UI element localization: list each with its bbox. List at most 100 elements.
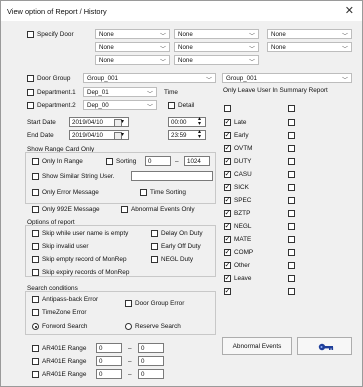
ar401e-to-input[interactable]: 0 bbox=[138, 369, 164, 379]
specify-door-label: Specify Door bbox=[37, 31, 74, 38]
leave-only-checkbox[interactable] bbox=[288, 171, 295, 178]
door-select-4[interactable]: None ﹀ bbox=[95, 42, 170, 53]
abnormal-only-checkbox[interactable] bbox=[121, 206, 128, 213]
time-sorting-checkbox[interactable] bbox=[140, 189, 147, 196]
leave-only-checkbox[interactable] bbox=[288, 132, 295, 139]
leave-item-label: DUTY bbox=[234, 158, 252, 165]
leave-item-checkbox[interactable] bbox=[224, 117, 231, 126]
similar-string-label: Show Similar String User. bbox=[42, 173, 115, 180]
leave-only-checkbox[interactable] bbox=[288, 197, 295, 204]
reserve-search-label: Reserve Search bbox=[135, 323, 181, 330]
leave-item-checkbox[interactable] bbox=[224, 208, 231, 217]
skip-empty-monrep-label: Skip empty record of MonRep bbox=[42, 256, 127, 263]
department1-select[interactable]: Dep_01 ﹀ bbox=[83, 87, 157, 98]
leave-only-checkbox[interactable] bbox=[288, 158, 295, 165]
similar-string-input[interactable] bbox=[131, 171, 213, 181]
key-button[interactable] bbox=[297, 337, 352, 355]
leave-only-checkbox[interactable] bbox=[288, 262, 295, 269]
door-select-5[interactable]: None ﹀ bbox=[174, 42, 259, 53]
leave-item-checkbox[interactable] bbox=[224, 260, 231, 269]
leave-only-checkbox[interactable] bbox=[288, 145, 295, 152]
leave-only-checkbox[interactable] bbox=[288, 210, 295, 217]
close-icon[interactable]: ✕ bbox=[345, 4, 354, 17]
leave-item-checkbox[interactable] bbox=[224, 130, 231, 139]
ar401e-from-input[interactable]: 0 bbox=[96, 343, 122, 353]
department2-checkbox[interactable] bbox=[27, 102, 34, 109]
forward-search-label: Forword Search bbox=[42, 323, 88, 330]
ar401e-to-input[interactable]: 0 bbox=[138, 356, 164, 366]
leave-only-checkbox[interactable] bbox=[288, 236, 295, 243]
forward-search-radio[interactable] bbox=[32, 323, 39, 330]
end-date-picker[interactable]: 2019/04/10 ▾ bbox=[69, 130, 129, 140]
leave-item-checkbox[interactable] bbox=[224, 195, 231, 204]
report-options-window: View option of Report / History ✕ Specif… bbox=[0, 0, 363, 387]
leave-only-checkbox[interactable] bbox=[288, 119, 295, 126]
ar401e-checkbox[interactable] bbox=[32, 358, 39, 365]
leave-item-checkbox[interactable] bbox=[224, 156, 231, 165]
department1-checkbox[interactable] bbox=[27, 89, 34, 96]
sorting-checkbox[interactable] bbox=[106, 158, 113, 165]
negl-duty-checkbox[interactable] bbox=[151, 256, 158, 263]
leave-item-label: Other bbox=[234, 262, 250, 269]
antipass-checkbox[interactable] bbox=[32, 296, 39, 303]
start-date-picker[interactable]: 2019/04/10 ▾ bbox=[69, 117, 129, 127]
door-select-7[interactable]: None ﹀ bbox=[95, 55, 170, 66]
leave-item-checkbox[interactable] bbox=[224, 221, 231, 230]
spin-icon[interactable]: ▴ ▾ bbox=[198, 129, 201, 140]
leave-item-checkbox[interactable] bbox=[224, 169, 231, 178]
detail-checkbox[interactable] bbox=[168, 102, 175, 109]
leave-item-checkbox[interactable] bbox=[224, 273, 231, 282]
leave-item-checkbox[interactable] bbox=[224, 247, 231, 256]
reserve-search-radio[interactable] bbox=[125, 323, 132, 330]
door-select-3[interactable]: None ﹀ bbox=[267, 29, 352, 40]
door-select-8[interactable]: None ﹀ bbox=[174, 55, 259, 66]
abnormal-events-button[interactable]: Abnormal Events bbox=[222, 337, 292, 355]
sorting-label: Sorting bbox=[116, 158, 137, 165]
leave-blank-checkbox[interactable] bbox=[224, 105, 231, 112]
leave-extra-checkbox[interactable] bbox=[224, 286, 231, 295]
skip-empty-monrep-checkbox[interactable] bbox=[32, 256, 39, 263]
spin-icon[interactable]: ▴ ▾ bbox=[198, 116, 201, 127]
ar401e-to-input[interactable]: 0 bbox=[138, 343, 164, 353]
ar401e-from-input[interactable]: 0 bbox=[96, 369, 122, 379]
leave-extra-only-checkbox[interactable] bbox=[288, 288, 295, 295]
leave-only-checkbox[interactable] bbox=[288, 275, 295, 282]
specify-door-checkbox[interactable] bbox=[27, 31, 34, 38]
ar401e-from-input[interactable]: 0 bbox=[96, 356, 122, 366]
range-from-input[interactable]: 0 bbox=[145, 156, 171, 166]
leave-only-checkbox[interactable] bbox=[288, 249, 295, 256]
range-to-input[interactable]: 1024 bbox=[184, 156, 210, 166]
leave-item-checkbox[interactable] bbox=[224, 182, 231, 191]
abnormal-only-label: Abnormal Events Only bbox=[131, 206, 195, 213]
only-992e-checkbox[interactable] bbox=[32, 206, 39, 213]
ar401e-checkbox[interactable] bbox=[32, 371, 39, 378]
skip-user-empty-checkbox[interactable] bbox=[32, 230, 39, 237]
department2-select[interactable]: Dep_00 ﹀ bbox=[83, 100, 157, 111]
start-time-input[interactable]: 00:00 ▴ ▾ bbox=[168, 116, 206, 127]
right-group-select[interactable]: Group_001 ﹀ bbox=[222, 73, 352, 84]
early-off-duty-checkbox[interactable] bbox=[151, 243, 158, 250]
door-group-select[interactable]: Group_001 ﹀ bbox=[83, 73, 216, 84]
leave-item-checkbox[interactable] bbox=[224, 143, 231, 152]
leave-blank-checkbox-2[interactable] bbox=[288, 105, 295, 112]
only-in-range-label: Only In Range bbox=[42, 158, 83, 165]
only-error-checkbox[interactable] bbox=[32, 189, 39, 196]
door-group-error-checkbox[interactable] bbox=[125, 300, 132, 307]
similar-string-checkbox[interactable] bbox=[32, 173, 39, 180]
range-dash: – bbox=[175, 158, 179, 165]
end-time-input[interactable]: 23:59 ▴ ▾ bbox=[168, 129, 206, 140]
timezone-error-checkbox[interactable] bbox=[32, 309, 39, 316]
chevron-down-icon: ▾ bbox=[121, 119, 125, 125]
delay-on-duty-checkbox[interactable] bbox=[151, 230, 158, 237]
only-in-range-checkbox[interactable] bbox=[32, 158, 39, 165]
door-group-checkbox[interactable] bbox=[27, 75, 34, 82]
door-select-6[interactable]: None ﹀ bbox=[267, 42, 352, 53]
leave-item-checkbox[interactable] bbox=[224, 234, 231, 243]
door-select-2[interactable]: None ﹀ bbox=[174, 29, 259, 40]
leave-only-checkbox[interactable] bbox=[288, 223, 295, 230]
skip-invalid-user-checkbox[interactable] bbox=[32, 243, 39, 250]
ar401e-checkbox[interactable] bbox=[32, 345, 39, 352]
skip-expiry-monrep-checkbox[interactable] bbox=[32, 269, 39, 276]
leave-only-checkbox[interactable] bbox=[288, 184, 295, 191]
door-select-1[interactable]: None ﹀ bbox=[95, 29, 170, 40]
